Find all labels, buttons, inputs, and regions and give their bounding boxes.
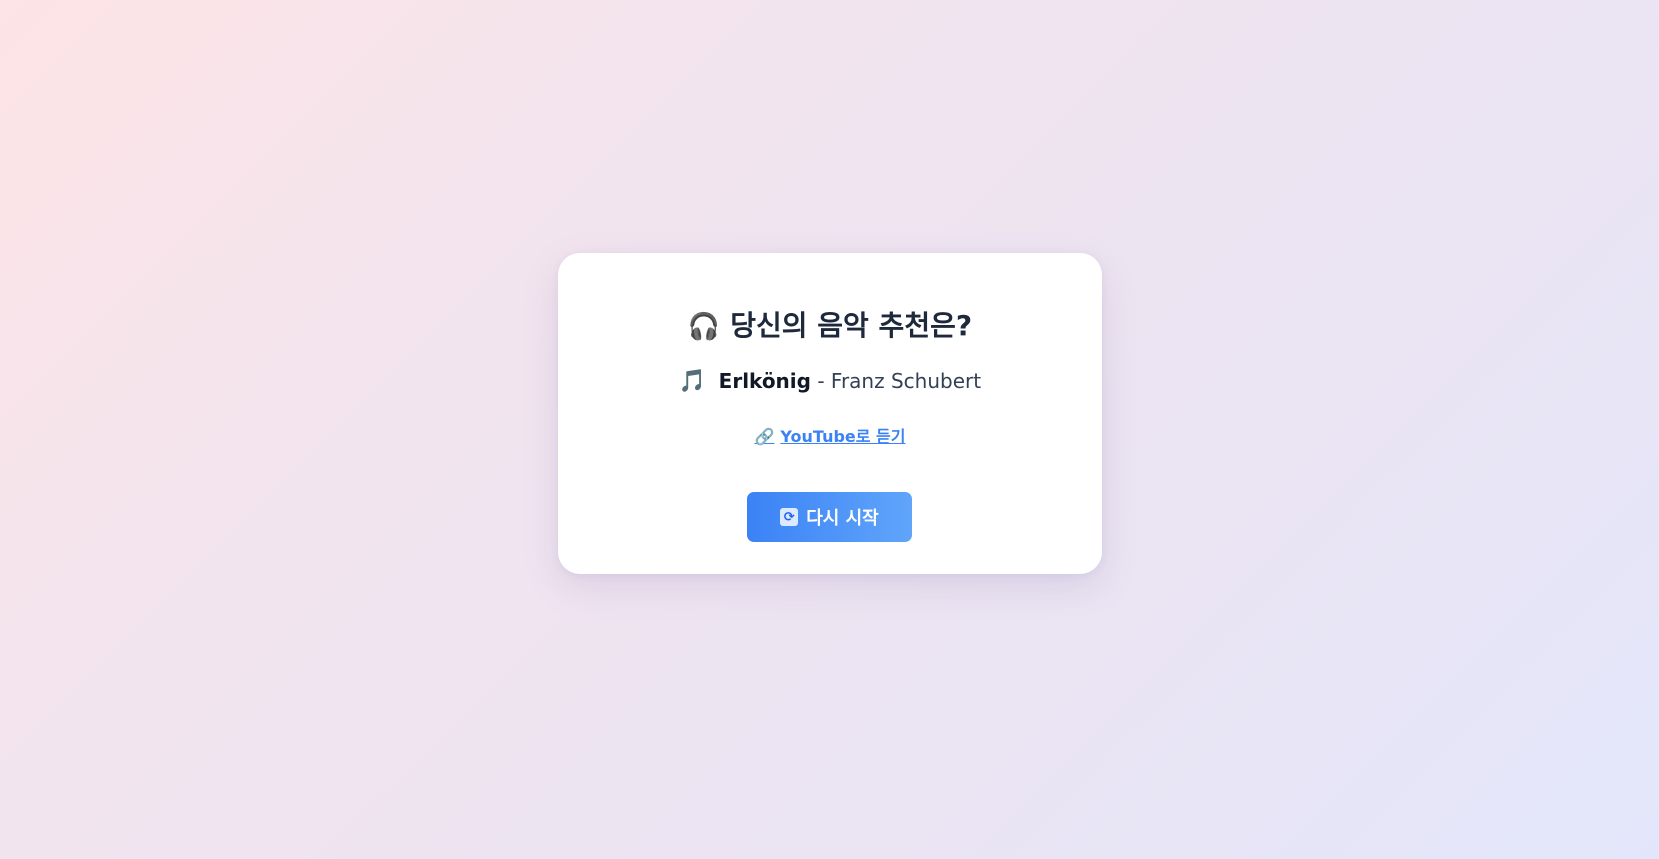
youtube-link[interactable]: 🔗 YouTube로 듣기 — [558, 423, 1102, 447]
restart-button[interactable]: ⟳ 다시 시작 — [747, 492, 912, 542]
youtube-link-label: YouTube로 듣기 — [780, 427, 906, 446]
headphones-icon: 🎧 — [687, 312, 721, 342]
result-card: 🎧 당신의 음악 추천은? 🎵 Erlkönig - Franz Schubert… — [558, 253, 1102, 574]
link-icon: 🔗 — [754, 427, 775, 446]
music-note-icon: 🎵 — [678, 369, 707, 394]
song-recommendation: 🎵 Erlkönig - Franz Schubert — [558, 369, 1102, 395]
restart-button-label: 다시 시작 — [806, 508, 879, 529]
refresh-icon: ⟳ — [780, 508, 799, 526]
page-title: 🎧 당신의 음악 추천은? — [558, 309, 1102, 343]
song-separator: - — [817, 369, 825, 393]
song-title: Erlkönig — [718, 369, 811, 393]
song-artist: Franz Schubert — [830, 369, 982, 393]
title-text: 당신의 음악 추천은? — [730, 309, 973, 342]
